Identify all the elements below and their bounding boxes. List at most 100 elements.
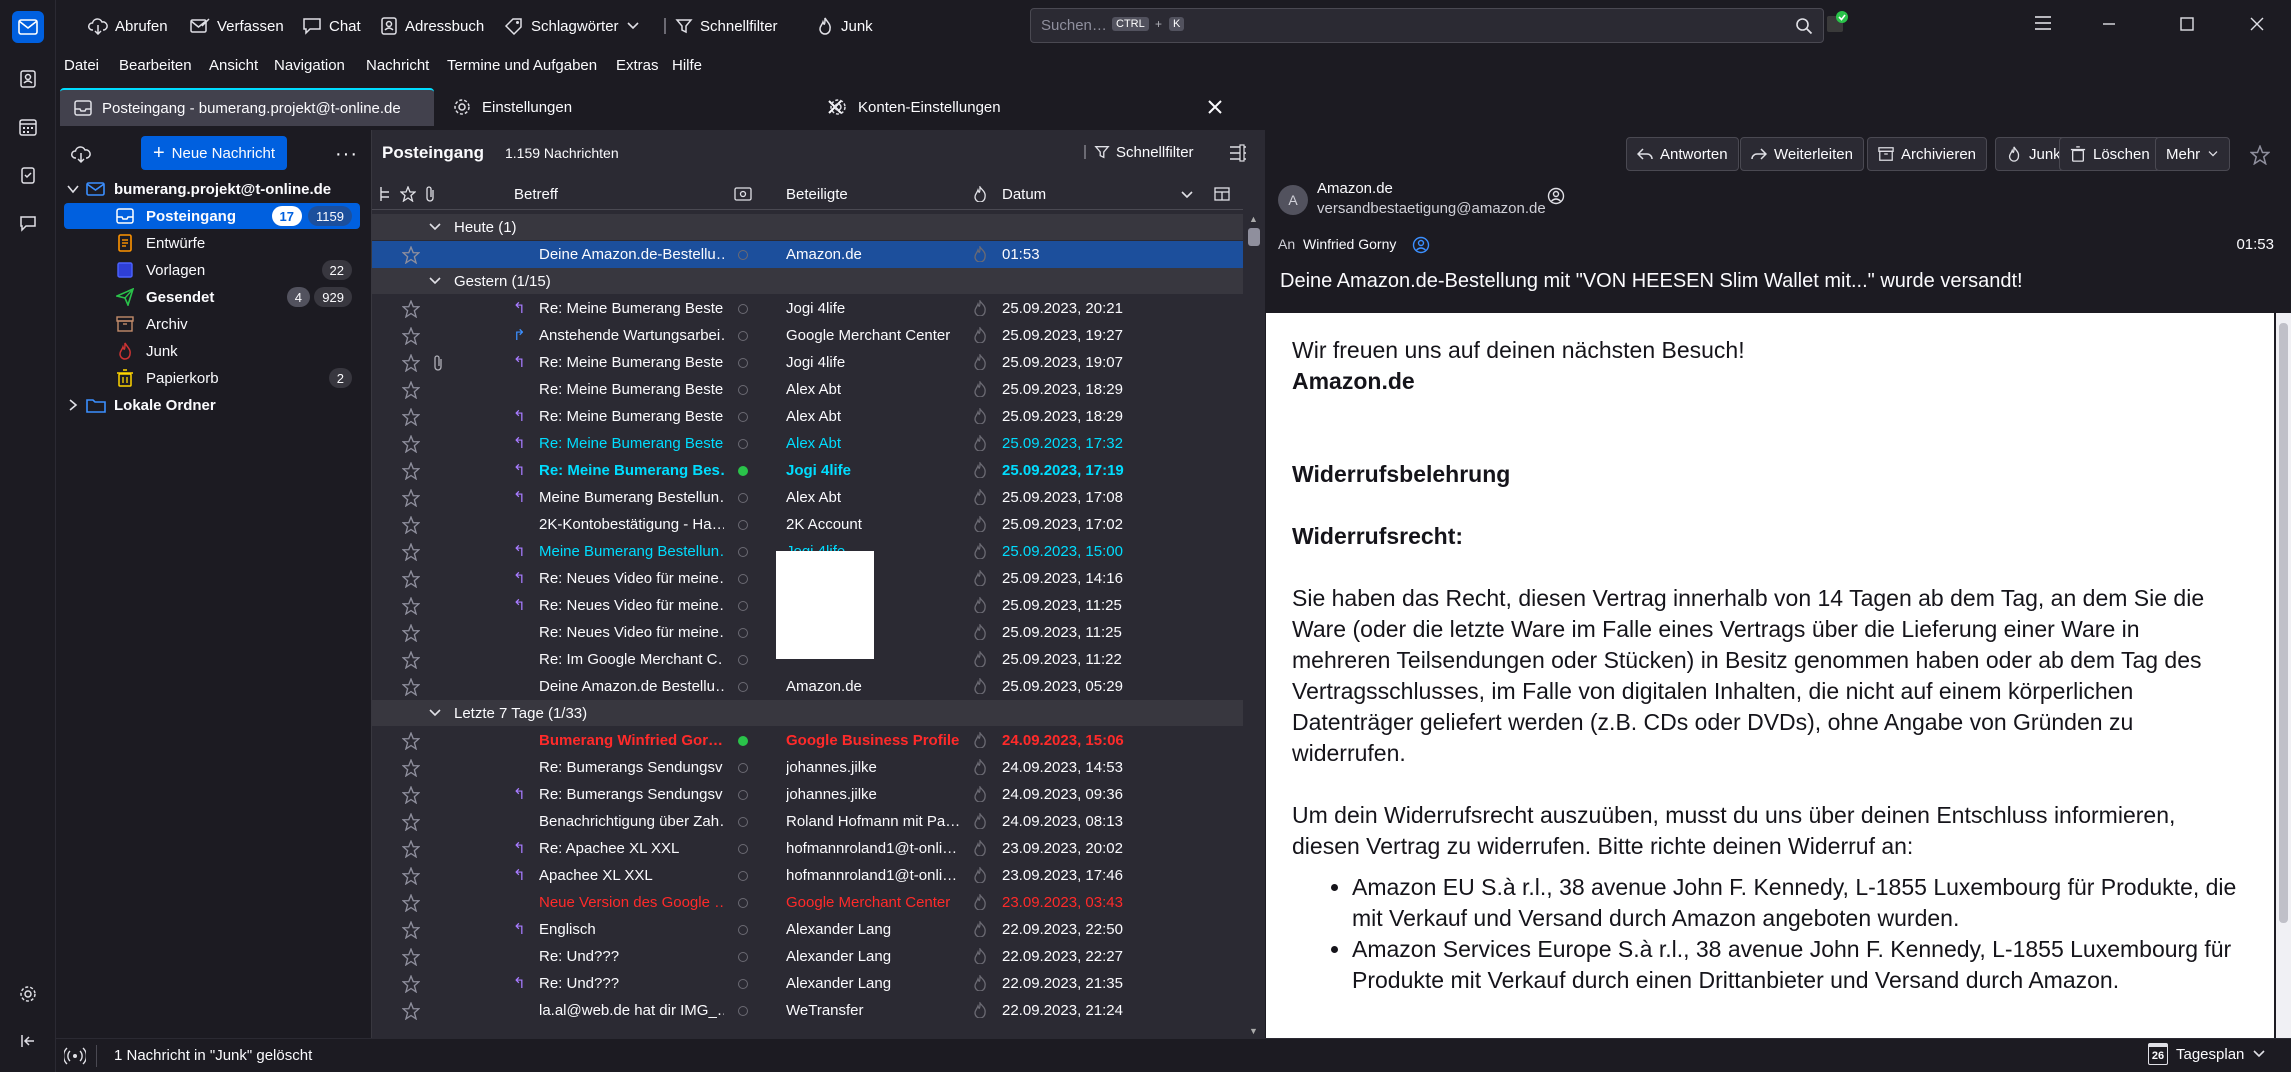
junk-flame-icon[interactable] bbox=[972, 813, 988, 829]
read-status-dot-icon[interactable] bbox=[738, 574, 748, 584]
list-scrollbar[interactable]: ▲ ▼ bbox=[1245, 214, 1263, 1038]
forward-button[interactable]: Weiterleiten bbox=[1740, 137, 1864, 171]
read-status-dot-icon[interactable] bbox=[738, 385, 748, 395]
junk-flame-icon[interactable] bbox=[972, 462, 988, 478]
read-status-dot-icon[interactable] bbox=[738, 331, 748, 341]
message-row[interactable]: Benachrichtigung über Zah… Roland Hofmann… bbox=[372, 808, 1243, 835]
reader-scrollbar[interactable] bbox=[2276, 313, 2291, 1038]
sender-email[interactable]: versandbestaetigung@amazon.de bbox=[1317, 200, 1546, 217]
junk-flame-icon[interactable] bbox=[972, 759, 988, 775]
quickfilter-button[interactable]: Schnellfilter bbox=[662, 10, 778, 42]
message-row[interactable]: Deine Amazon.de Bestellu… Amazon.de 25.09.… bbox=[372, 673, 1243, 700]
message-row[interactable]: Deine Amazon.de-Bestellu… Amazon.de 01:53 bbox=[372, 241, 1243, 268]
read-status-dot-icon[interactable] bbox=[738, 1006, 748, 1016]
star-icon[interactable] bbox=[402, 462, 420, 480]
read-status-dot-icon[interactable] bbox=[738, 736, 748, 746]
junk-flame-icon[interactable] bbox=[972, 408, 988, 424]
message-row[interactable]: la.al@web.de hat dir IMG_… WeTransfer 22.0… bbox=[372, 997, 1243, 1024]
junk-flame-icon[interactable] bbox=[972, 948, 988, 964]
folder-templates[interactable]: Vorlagen 22 bbox=[64, 257, 360, 283]
message-row[interactable]: ↰ Re: Bumerangs Sendungsv… johannes.jilke 2… bbox=[372, 781, 1243, 808]
read-status-dot-icon[interactable] bbox=[738, 952, 748, 962]
menu-nachricht[interactable]: Nachricht bbox=[366, 57, 429, 74]
star-icon[interactable] bbox=[402, 381, 420, 399]
message-row[interactable]: ↰ Apachee XL XXL hofmannroland1@t-onli… 23.… bbox=[372, 862, 1243, 889]
junk-flame-icon[interactable] bbox=[972, 867, 988, 883]
menu-extras[interactable]: Extras bbox=[616, 57, 659, 74]
menu-navigation[interactable]: Navigation bbox=[274, 57, 345, 74]
star-icon[interactable] bbox=[402, 624, 420, 642]
message-row[interactable]: ↰ Re: Apachee XL XXL hofmannroland1@t-onli… bbox=[372, 835, 1243, 862]
junk-flame-icon[interactable] bbox=[972, 381, 988, 397]
folder-sent[interactable]: Gesendet 4 929 bbox=[64, 284, 360, 310]
read-status-dot-icon[interactable] bbox=[738, 817, 748, 827]
junk-flame-icon[interactable] bbox=[972, 840, 988, 856]
column-correspondents[interactable]: Beteiligte bbox=[786, 186, 848, 203]
junk-flame-icon[interactable] bbox=[972, 894, 988, 910]
read-status-dot-icon[interactable] bbox=[738, 466, 748, 476]
read-status-dot-icon[interactable] bbox=[738, 304, 748, 314]
star-icon[interactable] bbox=[402, 759, 420, 777]
get-messages-icon[interactable] bbox=[70, 144, 92, 164]
star-icon[interactable] bbox=[402, 678, 420, 696]
group-header[interactable]: Gestern (1/15) bbox=[372, 268, 1243, 294]
group-header[interactable]: Heute (1) bbox=[372, 214, 1243, 240]
folder-drafts[interactable]: Entwürfe bbox=[64, 230, 360, 256]
chat-space-icon[interactable] bbox=[12, 207, 44, 239]
read-status-dot-icon[interactable] bbox=[738, 601, 748, 611]
message-row[interactable]: ↰ Meine Bumerang Bestellun… Alex Abt 25.09.… bbox=[372, 484, 1243, 511]
read-status-dot-icon[interactable] bbox=[738, 493, 748, 503]
read-status-dot-icon[interactable] bbox=[738, 439, 748, 449]
message-row[interactable]: ↰ Englisch Alexander Lang 22.09.2023, 22:50 bbox=[372, 916, 1243, 943]
display-options-icon[interactable] bbox=[1228, 144, 1248, 162]
collapse-spaces-icon[interactable] bbox=[12, 1025, 44, 1057]
junk-flame-icon[interactable] bbox=[972, 624, 988, 640]
star-icon[interactable] bbox=[402, 867, 420, 885]
today-pane-toggle[interactable]: 26 Tagesplan bbox=[2148, 1043, 2266, 1065]
star-icon[interactable] bbox=[402, 489, 420, 507]
contact-icon[interactable] bbox=[1547, 187, 1565, 205]
message-row[interactable]: ↰ Re: Meine Bumerang Beste… Alex Abt 25.09.… bbox=[372, 430, 1243, 457]
read-status-dot-icon[interactable] bbox=[738, 628, 748, 638]
message-row[interactable]: Re: Meine Bumerang Beste… Alex Abt 25.09.2… bbox=[372, 376, 1243, 403]
search-bar[interactable]: Suchen… CTRL + K bbox=[1030, 8, 1824, 43]
star-icon[interactable] bbox=[402, 597, 420, 615]
menu-termine[interactable]: Termine und Aufgaben bbox=[447, 57, 597, 74]
junk-flame-icon[interactable] bbox=[972, 489, 988, 505]
local-folders-row[interactable]: Lokale Ordner bbox=[64, 392, 360, 418]
junk-flame-icon[interactable] bbox=[972, 975, 988, 991]
sender-name[interactable]: Amazon.de bbox=[1317, 180, 1393, 197]
menu-hilfe[interactable]: Hilfe bbox=[672, 57, 702, 74]
star-icon[interactable] bbox=[402, 246, 420, 264]
scroll-up-arrow[interactable]: ▲ bbox=[1249, 214, 1258, 224]
recipient-name[interactable]: Winfried Gorny bbox=[1303, 236, 1396, 252]
star-icon[interactable] bbox=[402, 840, 420, 858]
star-icon[interactable] bbox=[402, 543, 420, 561]
message-row[interactable]: 2K-Kontobestätigung - Ha… 2K Account 25.09… bbox=[372, 511, 1243, 538]
delete-button[interactable]: Löschen bbox=[2059, 137, 2161, 171]
more-button[interactable]: Mehr bbox=[2155, 137, 2231, 171]
window-minimize-icon[interactable] bbox=[2101, 16, 2117, 32]
star-icon[interactable] bbox=[402, 327, 420, 345]
read-status-dot-icon[interactable] bbox=[738, 925, 748, 935]
junk-flame-icon[interactable] bbox=[972, 786, 988, 802]
group-header[interactable]: Letzte 7 Tage (1/33) bbox=[372, 700, 1243, 726]
message-row[interactable]: Neue Version des Google … Google Merchant… bbox=[372, 889, 1243, 916]
menu-bearbeiten[interactable]: Bearbeiten bbox=[119, 57, 192, 74]
app-menu-hamburger-icon[interactable] bbox=[2033, 14, 2053, 32]
star-icon[interactable] bbox=[2250, 145, 2270, 165]
message-row[interactable]: ↰ Re: Meine Bumerang Beste… Jogi 4life 25.0… bbox=[372, 349, 1243, 376]
star-icon[interactable] bbox=[402, 570, 420, 588]
reply-button[interactable]: Antworten bbox=[1626, 137, 1739, 171]
junk-flame-icon[interactable] bbox=[972, 651, 988, 667]
addon-extension-icon[interactable] bbox=[1825, 10, 1849, 34]
read-status-dot-icon[interactable] bbox=[738, 790, 748, 800]
tab-account-settings[interactable]: Konten-Einstellungen bbox=[814, 88, 1232, 126]
read-status-dot-icon[interactable] bbox=[738, 358, 748, 368]
tab-settings[interactable]: Einstellungen bbox=[438, 88, 856, 126]
star-icon[interactable] bbox=[402, 975, 420, 993]
star-icon[interactable] bbox=[402, 948, 420, 966]
star-icon[interactable] bbox=[402, 894, 420, 912]
fetch-button[interactable]: Abrufen bbox=[88, 10, 168, 42]
chat-button[interactable]: Chat bbox=[302, 10, 361, 42]
